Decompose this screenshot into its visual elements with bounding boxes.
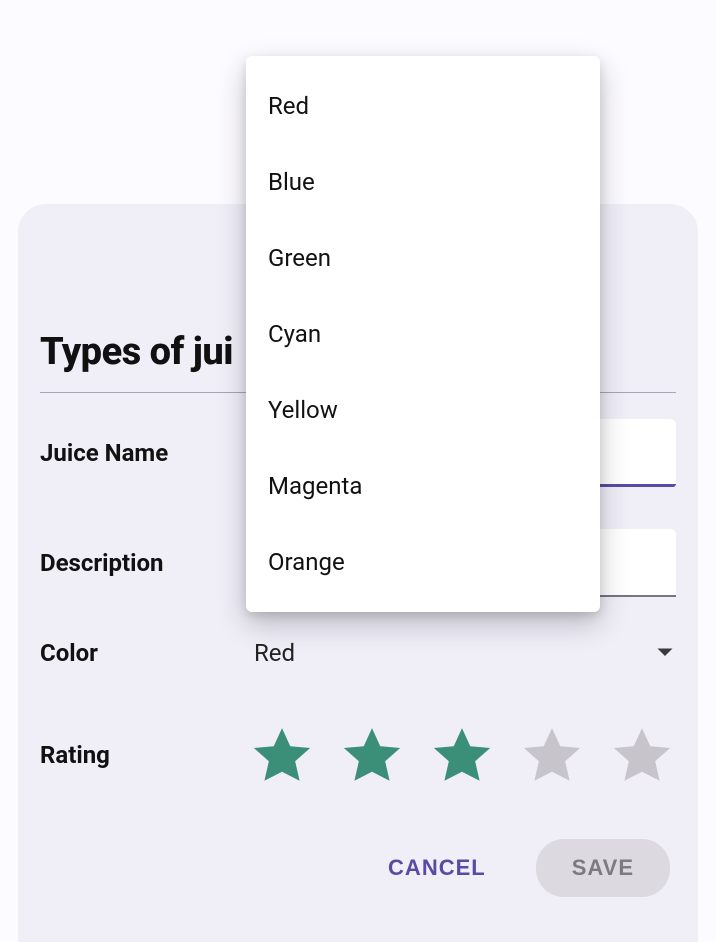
label-juice-name: Juice Name: [40, 439, 250, 467]
star-icon[interactable]: [428, 721, 496, 789]
star-icon[interactable]: [338, 721, 406, 789]
color-select[interactable]: Red: [250, 639, 654, 667]
row-rating: Rating: [40, 721, 676, 789]
actions-row: CANCEL SAVE: [40, 839, 676, 897]
label-rating: Rating: [40, 741, 248, 769]
dropdown-option[interactable]: Yellow: [246, 372, 600, 448]
cancel-button[interactable]: CANCEL: [378, 843, 496, 893]
label-color: Color: [40, 639, 250, 667]
row-color: Color Red: [40, 639, 676, 667]
dropdown-option[interactable]: Magenta: [246, 448, 600, 524]
rating-stars: [248, 721, 676, 789]
color-dropdown-menu: RedBlueGreenCyanYellowMagentaOrange: [246, 56, 600, 612]
dropdown-option[interactable]: Blue: [246, 144, 600, 220]
star-icon[interactable]: [248, 721, 316, 789]
star-icon[interactable]: [608, 721, 676, 789]
dropdown-option[interactable]: Cyan: [246, 296, 600, 372]
save-button[interactable]: SAVE: [536, 839, 670, 897]
chevron-down-icon[interactable]: [654, 642, 676, 664]
dropdown-option[interactable]: Green: [246, 220, 600, 296]
dropdown-option[interactable]: Red: [246, 68, 600, 144]
label-description: Description: [40, 549, 250, 577]
dropdown-option[interactable]: Orange: [246, 524, 600, 600]
star-icon[interactable]: [518, 721, 586, 789]
